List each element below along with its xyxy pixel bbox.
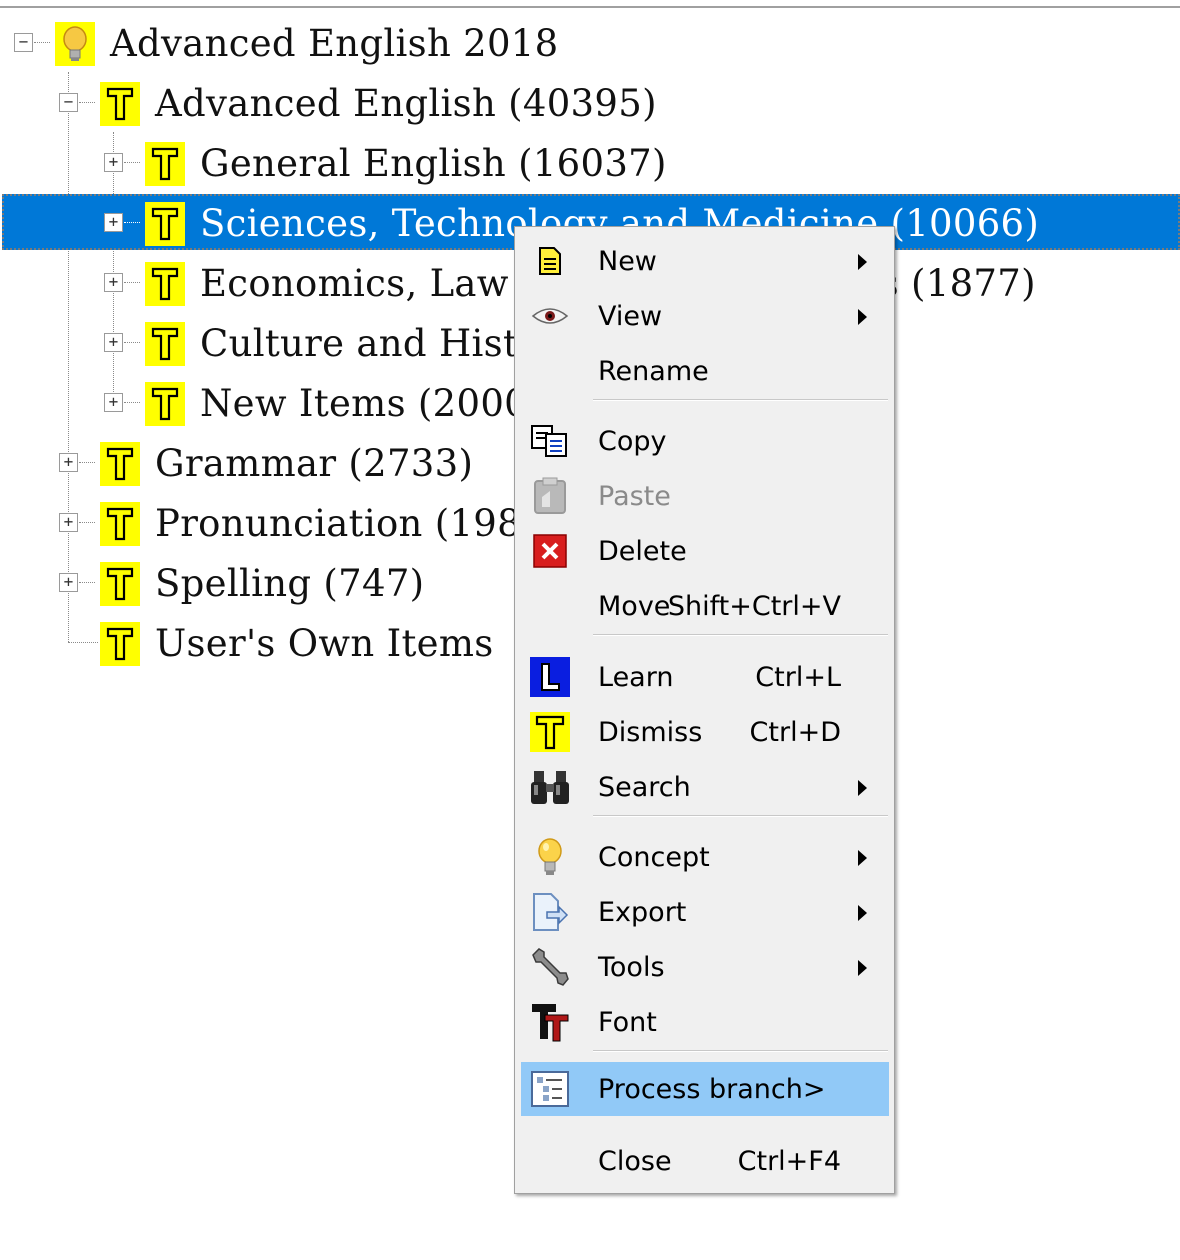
submenu-arrow-icon — [858, 254, 867, 270]
submenu-arrow-icon — [858, 905, 867, 921]
topic-icon — [100, 622, 140, 666]
tree-node-label: General English (16037) — [200, 142, 667, 185]
menu-item-delete[interactable]: Delete — [521, 524, 889, 578]
tree-node-label: Spelling (747) — [155, 562, 425, 605]
menu-separator — [593, 1050, 888, 1052]
submenu-arrow-icon — [858, 780, 867, 796]
topic-icon — [145, 322, 185, 366]
menu-item-learn[interactable]: Learn Ctrl+L — [521, 650, 889, 704]
submenu-arrow-icon — [858, 309, 867, 325]
expand-icon[interactable]: + — [104, 273, 123, 292]
tree-node-label: Advanced English 2018 — [110, 22, 559, 65]
shortcut-label: Ctrl+D — [749, 717, 841, 748]
expand-icon[interactable]: + — [59, 573, 78, 592]
eye-icon — [529, 295, 571, 337]
tree-node-advanced-english[interactable]: − Advanced English (40395) — [0, 72, 1180, 132]
tree-node-label: New Items (2000) — [200, 382, 543, 425]
expand-icon[interactable]: + — [104, 213, 123, 232]
topic-icon — [100, 502, 140, 546]
tree-node-general-english[interactable]: + General English (16037) — [0, 132, 1180, 192]
collapse-icon[interactable]: − — [59, 93, 78, 112]
menu-item-font[interactable]: Font — [521, 995, 889, 1049]
menu-item-concept[interactable]: Concept — [521, 830, 889, 884]
dismiss-icon — [529, 711, 571, 753]
topic-icon — [145, 142, 185, 186]
font-icon — [529, 1001, 571, 1043]
delete-icon — [529, 530, 571, 572]
expand-icon[interactable]: + — [104, 153, 123, 172]
submenu-arrow-icon — [858, 960, 867, 976]
menu-item-move[interactable]: Move Shift+Ctrl+V — [521, 579, 889, 633]
tree-node-label: Grammar (2733) — [155, 442, 474, 485]
copy-icon — [529, 420, 571, 462]
menu-item-close[interactable]: Close Ctrl+F4 — [521, 1134, 889, 1188]
shortcut-label: Ctrl+L — [755, 662, 841, 693]
shortcut-label: Ctrl+F4 — [737, 1146, 841, 1177]
shortcut-label: Shift+Ctrl+V — [667, 591, 841, 622]
learn-icon — [529, 656, 571, 698]
expand-icon[interactable]: + — [59, 453, 78, 472]
menu-item-rename[interactable]: Rename — [521, 344, 889, 398]
topic-icon — [100, 82, 140, 126]
topic-icon — [145, 202, 185, 246]
menu-item-copy[interactable]: Copy — [521, 414, 889, 468]
tree-node-label: Advanced English (40395) — [155, 82, 657, 125]
wrench-icon — [529, 946, 571, 988]
export-icon — [529, 891, 571, 933]
menu-item-paste[interactable]: Paste — [521, 469, 889, 523]
tree-node-label: User's Own Items — [155, 622, 494, 665]
topic-icon — [100, 442, 140, 486]
topic-icon — [100, 562, 140, 606]
lightbulb-icon — [55, 22, 95, 66]
expand-icon[interactable]: + — [59, 513, 78, 532]
binoculars-icon — [529, 766, 571, 808]
topic-icon — [145, 262, 185, 306]
context-menu: New View Rename Copy Paste Delete Move S… — [514, 226, 895, 1194]
menu-item-search[interactable]: Search — [521, 760, 889, 814]
menu-item-export[interactable]: Export — [521, 885, 889, 939]
lightbulb-icon — [529, 836, 571, 878]
new-document-icon — [529, 240, 571, 282]
tree-node-root[interactable]: − Advanced English 2018 — [0, 12, 1180, 72]
menu-separator — [593, 399, 888, 401]
menu-item-process-branch[interactable]: Process branch> — [521, 1062, 889, 1116]
menu-item-dismiss[interactable]: Dismiss Ctrl+D — [521, 705, 889, 759]
menu-separator — [593, 815, 888, 817]
topic-icon — [145, 382, 185, 426]
collapse-icon[interactable]: − — [14, 33, 33, 52]
paste-icon — [529, 475, 571, 517]
process-branch-icon — [529, 1068, 571, 1110]
tree-node-label: Pronunciation (1981) — [155, 502, 560, 545]
submenu-arrow-icon — [858, 850, 867, 866]
expand-icon[interactable]: + — [104, 393, 123, 412]
menu-item-tools[interactable]: Tools — [521, 940, 889, 994]
menu-item-new[interactable]: New — [521, 234, 889, 288]
expand-icon[interactable]: + — [104, 333, 123, 352]
menu-separator — [593, 634, 888, 636]
menu-item-view[interactable]: View — [521, 289, 889, 343]
